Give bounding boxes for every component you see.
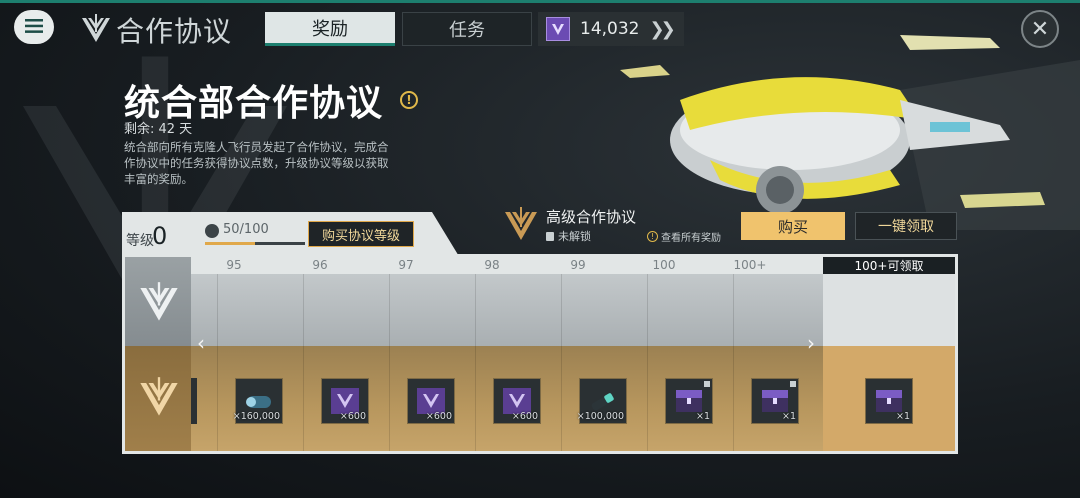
level-column-label: 100+ bbox=[733, 258, 767, 272]
buy-premium-button[interactable]: 购买 bbox=[741, 212, 845, 240]
final-reward-header: 100+可领取 bbox=[823, 257, 955, 274]
reward-quantity: ×1 bbox=[695, 411, 710, 422]
spaceship-illustration bbox=[620, 35, 1080, 230]
final-reward-item[interactable]: ×1 bbox=[865, 378, 913, 424]
column-divider bbox=[303, 274, 304, 451]
reward-quantity: ×160,000 bbox=[232, 411, 280, 422]
info-icon[interactable]: ! bbox=[400, 91, 418, 109]
free-agreement-emblem-icon bbox=[140, 282, 178, 321]
premium-agreement-emblem-icon bbox=[505, 207, 537, 240]
claim-all-button[interactable]: 一键领取 bbox=[855, 212, 957, 240]
premium-agreement-title: 高级合作协议 bbox=[546, 208, 637, 226]
column-divider bbox=[217, 274, 218, 451]
column-divider bbox=[561, 274, 562, 451]
final-free-cell bbox=[823, 274, 955, 346]
scroll-right-arrow-icon[interactable]: › bbox=[807, 331, 815, 355]
column-divider bbox=[733, 274, 734, 451]
view-all-rewards-link[interactable]: ! 查看所有奖励 bbox=[647, 229, 721, 244]
level-column-label: 96 bbox=[312, 258, 328, 272]
reward-quantity: ×100,000 bbox=[576, 411, 624, 422]
column-divider bbox=[475, 274, 476, 451]
reward-item[interactable]: ×600 bbox=[493, 378, 541, 424]
level-column-label: 99 bbox=[570, 258, 586, 272]
reward-item[interactable]: ×1 bbox=[665, 378, 713, 424]
reward-item[interactable]: ×1 bbox=[751, 378, 799, 424]
reward-item[interactable]: ×100,000 bbox=[576, 378, 627, 424]
final-reward-column: 100+可领取 ×1 bbox=[823, 257, 955, 451]
level-label: 等级 bbox=[126, 233, 154, 249]
reward-quantity: ×600 bbox=[425, 411, 452, 422]
level-column-label: 95 bbox=[226, 258, 242, 272]
top-accent-line bbox=[0, 0, 1080, 3]
lock-icon bbox=[546, 231, 554, 241]
purple-token-icon bbox=[546, 17, 570, 41]
premium-agreement-emblem-icon bbox=[140, 377, 178, 416]
level-column-label: 100 bbox=[652, 258, 676, 272]
scroll-left-arrow-icon[interactable]: ‹ bbox=[197, 331, 205, 355]
column-divider bbox=[647, 274, 648, 451]
reward-quantity: ×600 bbox=[511, 411, 538, 422]
reward-item[interactable]: ×600 bbox=[407, 378, 455, 424]
info-icon: ! bbox=[647, 231, 658, 242]
reward-item[interactable]: ×160,000 bbox=[232, 378, 283, 424]
reward-quantity: ×1 bbox=[895, 411, 910, 422]
reward-quantity: ×600 bbox=[339, 411, 366, 422]
xp-progress-text: 50/100 bbox=[223, 222, 269, 237]
level-column-label: 97 bbox=[398, 258, 414, 272]
free-track-emblem-box bbox=[125, 257, 191, 346]
view-all-rewards-label: 查看所有奖励 bbox=[661, 233, 721, 244]
agreement-description: 统合部向所有克隆人飞行员发起了合作协议，完成合作协议中的任务获得协议点数，升级协… bbox=[124, 140, 389, 186]
reward-quantity: ×1 bbox=[781, 411, 796, 422]
tab-missions[interactable]: 任务 bbox=[402, 12, 532, 46]
level-column-label: 98 bbox=[484, 258, 500, 272]
premium-lock-status: 未解锁 bbox=[546, 228, 591, 244]
hamburger-icon bbox=[25, 18, 43, 37]
tab-rewards[interactable]: 奖励 bbox=[265, 12, 395, 46]
column-divider bbox=[389, 274, 390, 451]
page-title: 合作协议 bbox=[116, 15, 233, 48]
reward-item[interactable]: ×600 bbox=[321, 378, 369, 424]
reward-item-partial[interactable] bbox=[191, 378, 197, 424]
xp-progress-fill bbox=[205, 242, 255, 245]
reward-track[interactable]: 95 96 97 98 99 100 100+ ×160,000 ×600 ×6… bbox=[122, 254, 958, 454]
menu-button[interactable] bbox=[14, 10, 54, 44]
buy-level-button[interactable]: 购买协议等级 bbox=[308, 221, 414, 247]
xp-point-icon bbox=[205, 224, 219, 238]
premium-track-emblem-box bbox=[125, 346, 191, 451]
level-value: 0 bbox=[152, 222, 168, 250]
faction-logo-icon bbox=[82, 14, 110, 42]
lock-text: 未解锁 bbox=[558, 230, 591, 243]
remaining-time: 剩余: 42 天 bbox=[124, 122, 193, 137]
xp-progress-bar bbox=[205, 242, 305, 245]
